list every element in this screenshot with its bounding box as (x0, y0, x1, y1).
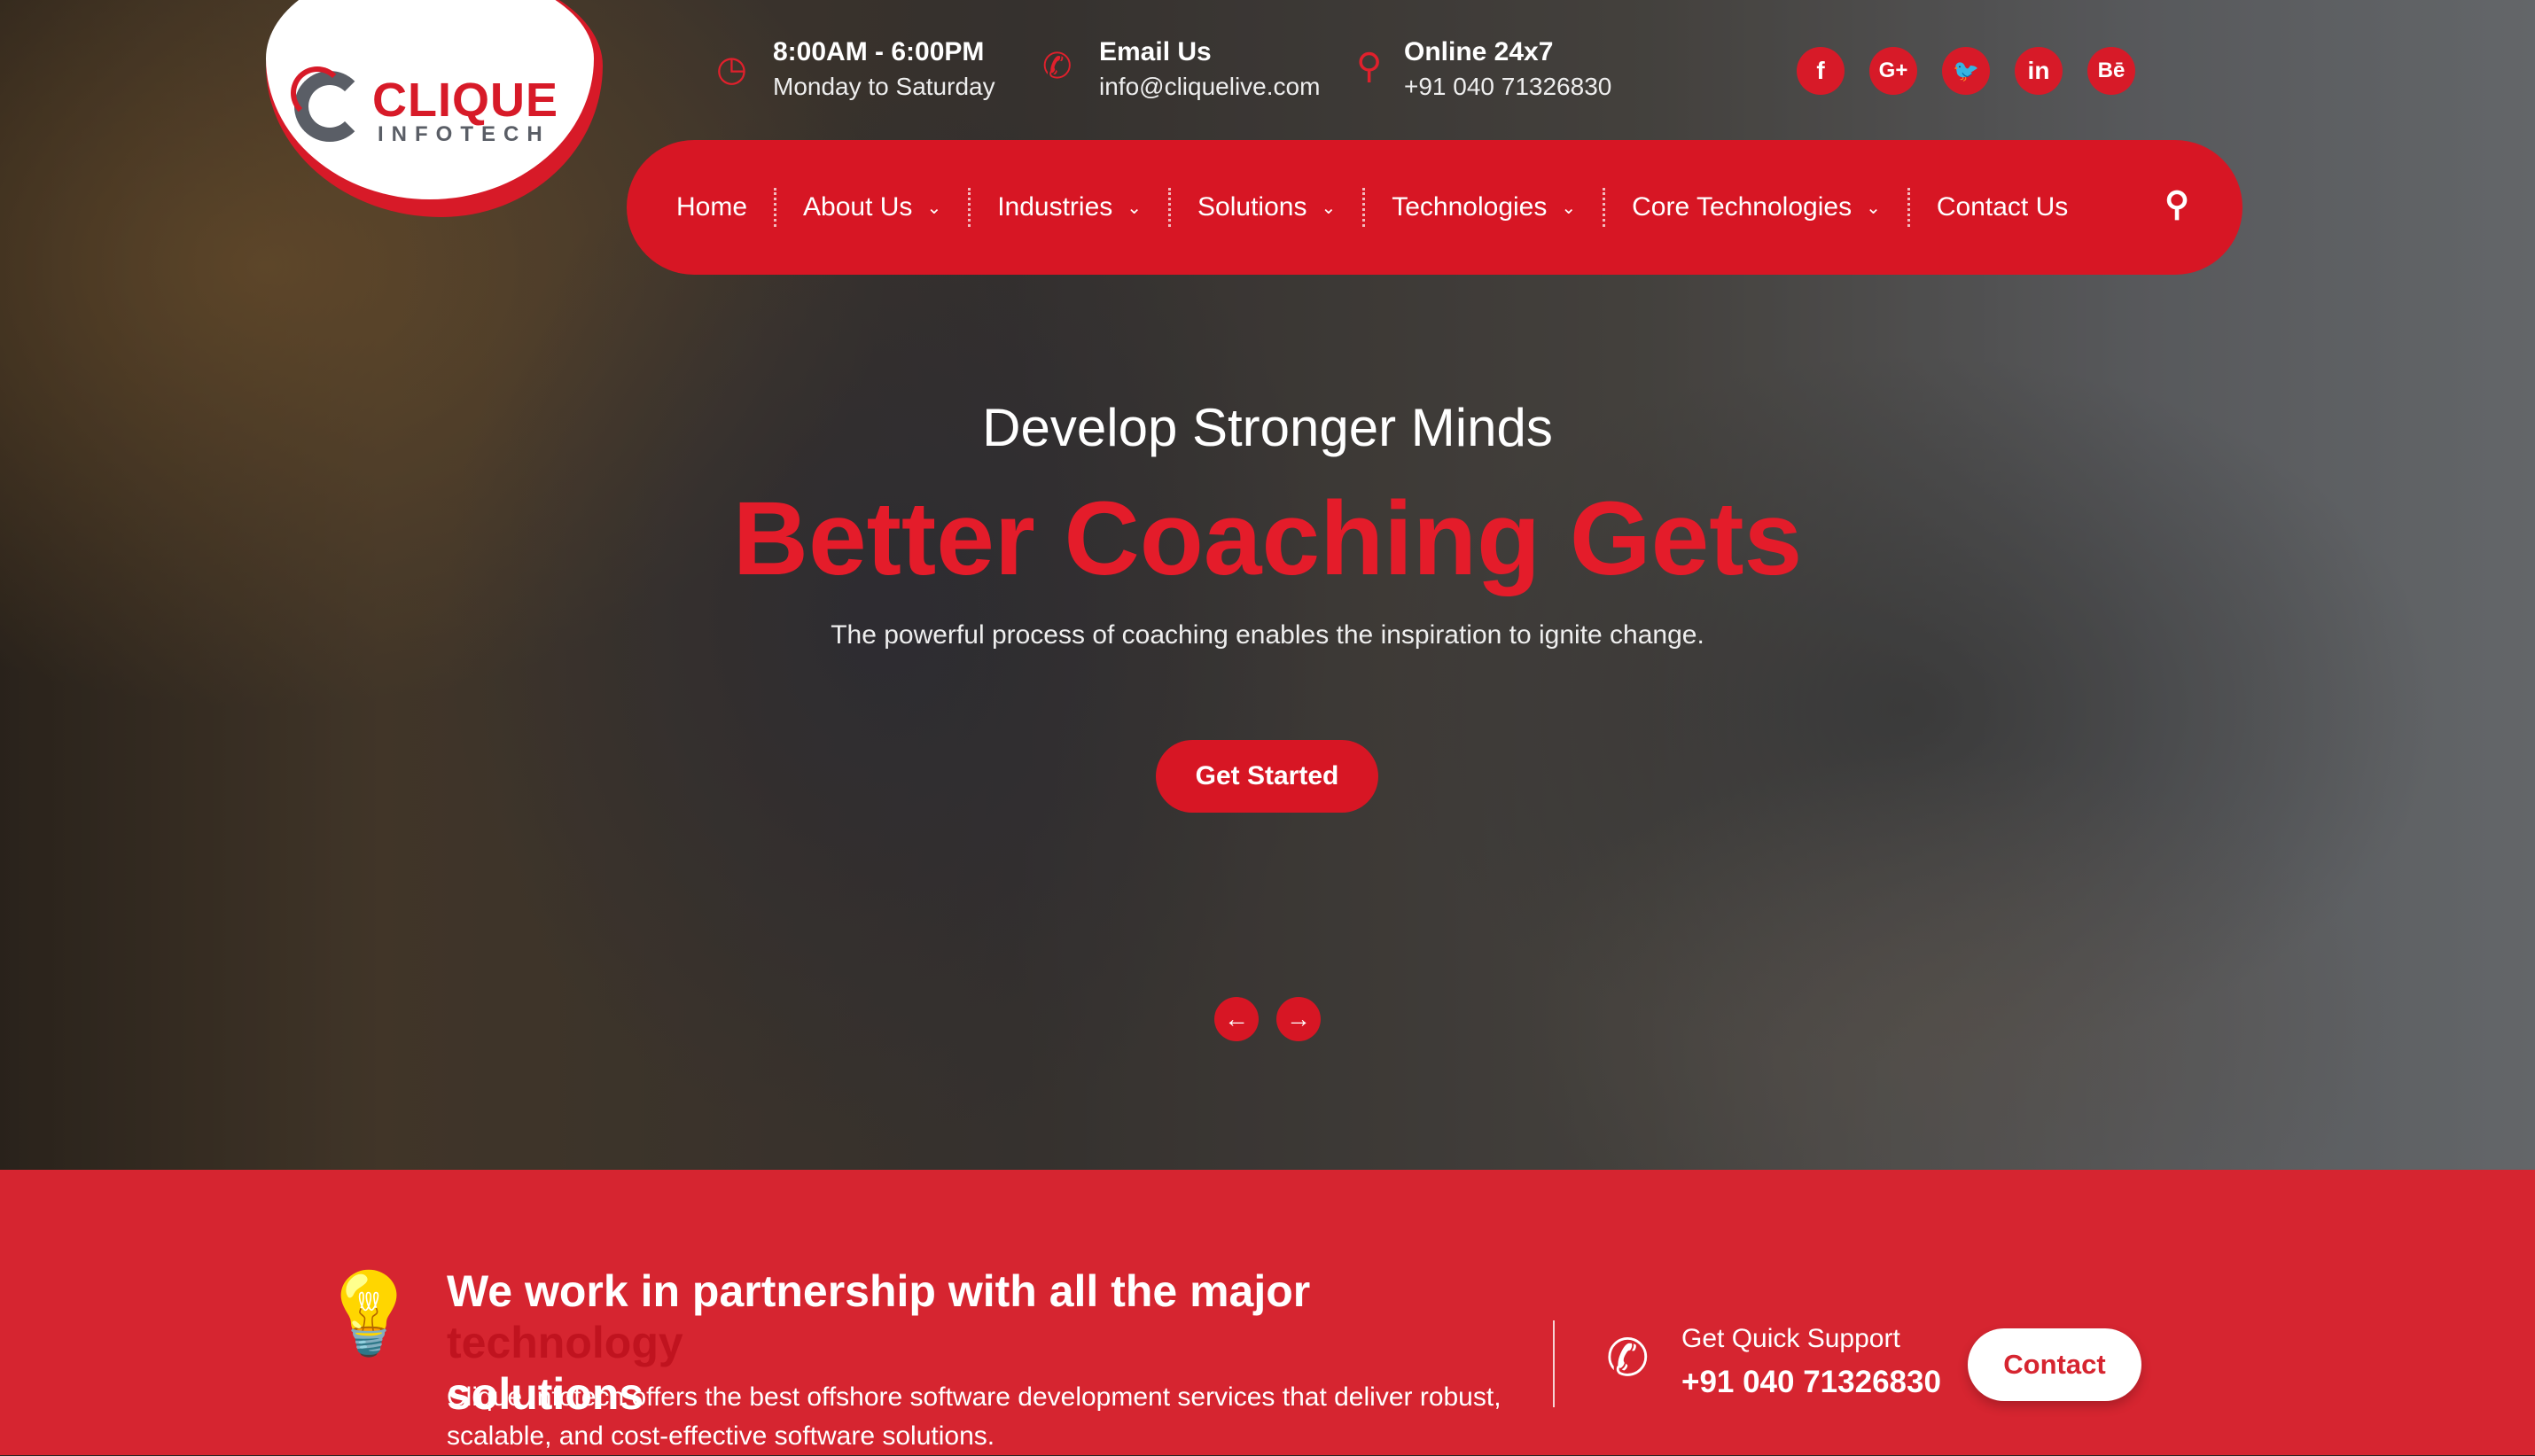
hero-title: Develop Stronger Minds (982, 398, 1553, 457)
hero-headline: Better Coaching Gets (732, 480, 1803, 597)
nav-solutions[interactable]: Solutions ⌄ (1171, 188, 1366, 227)
google-plus-icon[interactable]: G+ (1869, 47, 1917, 95)
get-started-button[interactable]: Get Started (1156, 740, 1378, 813)
search-icon[interactable]: ⚲ (2164, 184, 2189, 224)
nav-home[interactable]: Home (676, 188, 777, 227)
logo-brand: CLIQUE (372, 74, 559, 127)
band-paragraph: Clique Infotech offers the best offshore… (447, 1382, 1502, 1451)
behance-icon[interactable]: Bē (2087, 47, 2135, 95)
lightbulb-icon: 💡 (319, 1270, 419, 1359)
chevron-down-icon: ⌄ (1127, 198, 1143, 218)
linkedin-icon[interactable]: in (2015, 47, 2063, 95)
phone-icon: ✆ (1042, 47, 1072, 86)
online-info: Online 24x7 +91 040 71326830 (1404, 37, 1612, 100)
email-info[interactable]: Email Us info@cliquelive.com (1099, 37, 1320, 101)
logo-sub: INFOTECH (378, 122, 550, 146)
map-pin-icon: ⚲ (1356, 47, 1383, 86)
next-slide-arrow-icon[interactable]: → (1276, 997, 1321, 1041)
twitter-icon[interactable]: 🐦 (1942, 47, 1990, 95)
nav-core-technologies[interactable]: Core Technologies ⌄ (1605, 188, 1910, 227)
prev-slide-arrow-icon[interactable]: ← (1214, 997, 1259, 1041)
divider (1553, 1320, 1555, 1407)
chevron-down-icon: ⌄ (926, 198, 942, 218)
chevron-down-icon: ⌄ (1866, 198, 1881, 218)
clock-icon: ◷ (716, 50, 747, 89)
chevron-down-icon: ⌄ (1561, 198, 1577, 218)
nav-about-us[interactable]: About Us ⌄ (776, 188, 971, 227)
facebook-icon[interactable]: f (1797, 47, 1845, 95)
phone-icon: ✆ (1606, 1329, 1650, 1387)
chevron-down-icon: ⌄ (1321, 198, 1337, 218)
contact-button[interactable]: Contact (1968, 1328, 2141, 1401)
nav-industries[interactable]: Industries ⌄ (971, 188, 1172, 227)
support-phone[interactable]: +91 040 71326830 (1681, 1365, 1941, 1400)
main-nav: Home About Us ⌄ Industries ⌄ Solutions ⌄ Te… (627, 140, 2242, 275)
nav-contact-us[interactable]: Contact Us (1910, 188, 2094, 227)
hero-subtitle: The powerful process of coaching enables… (831, 620, 1704, 650)
hours-info: 8:00AM - 6:00PM Monday to Saturday (773, 37, 995, 100)
nav-technologies[interactable]: Technologies ⌄ (1365, 188, 1606, 227)
support-label: Get Quick Support (1681, 1324, 1900, 1353)
